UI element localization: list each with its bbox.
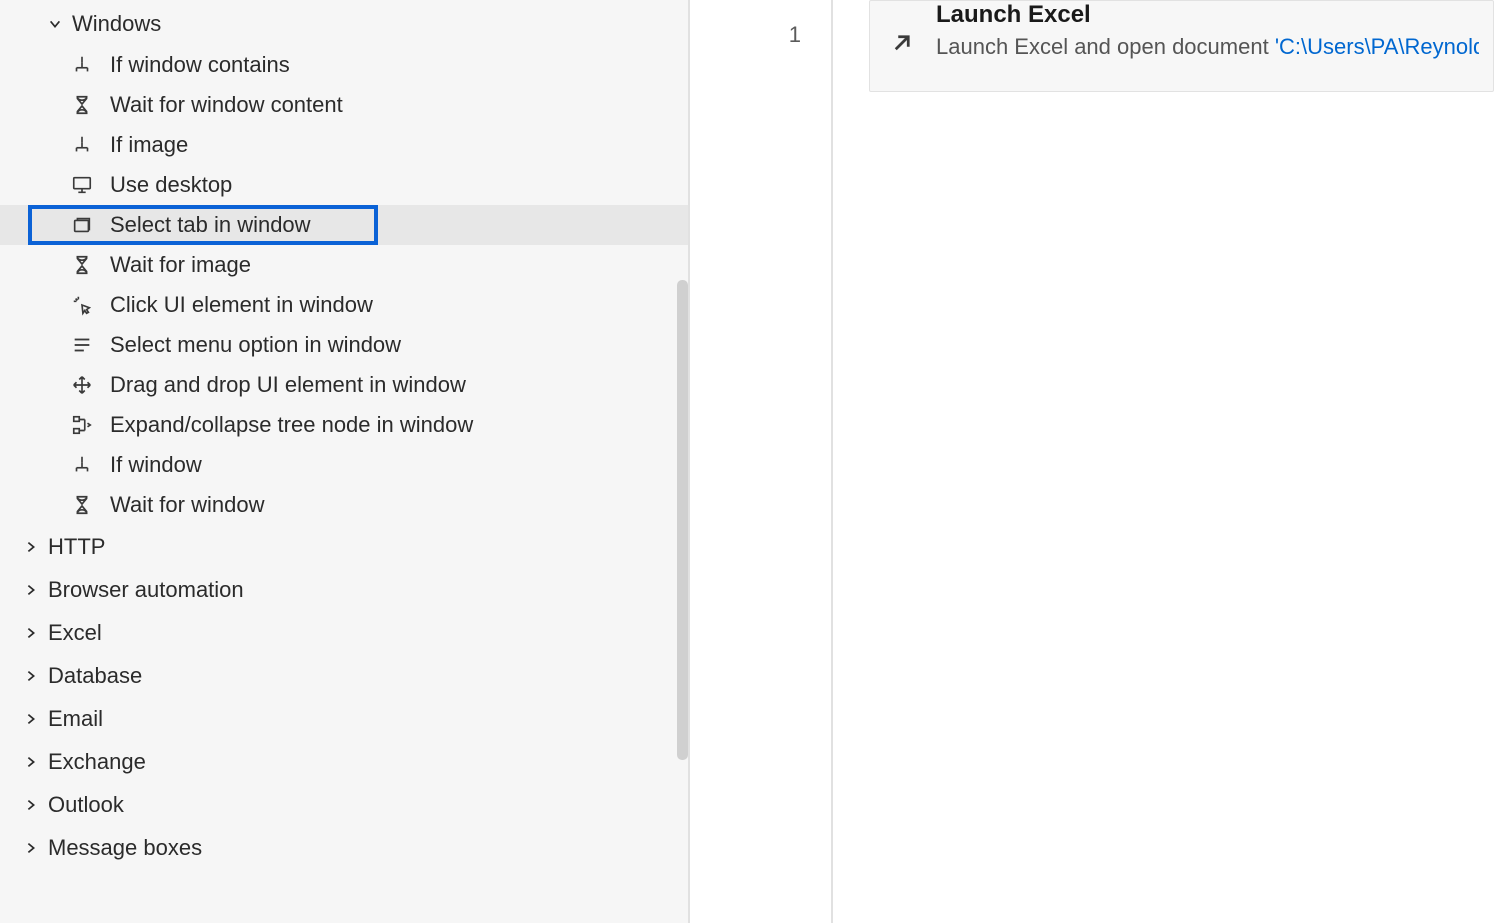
category-excel[interactable]: Excel [0,611,688,654]
action-label: Wait for window [110,492,264,518]
chevron-right-icon [22,710,40,728]
category-label: HTTP [48,534,105,560]
branch-icon [70,453,94,477]
action-label: Drag and drop UI element in window [110,372,466,398]
category-windows[interactable]: Windows [0,2,688,45]
category-browser-automation[interactable]: Browser automation [0,568,688,611]
desktop-icon [70,173,94,197]
action-label: If window contains [110,52,290,78]
chevron-right-icon [22,839,40,857]
action-select-tab-in-window[interactable]: Select tab in window [0,205,688,245]
chevron-right-icon [22,581,40,599]
chevron-right-icon [22,667,40,685]
category-label: Message boxes [48,835,202,861]
action-if-window[interactable]: If window [0,445,688,485]
category-label: Browser automation [48,577,244,603]
action-label: Click UI element in window [110,292,373,318]
action-label: If image [110,132,188,158]
action-label: Select menu option in window [110,332,401,358]
tree-icon [70,413,94,437]
action-if-image[interactable]: If image [0,125,688,165]
category-label: Windows [72,11,161,37]
action-click-ui-element[interactable]: Click UI element in window [0,285,688,325]
category-exchange[interactable]: Exchange [0,740,688,783]
flow-designer-panel: Launch Excel Launch Excel and open docum… [833,0,1494,923]
chevron-down-icon [46,15,64,33]
action-label: Select tab in window [110,212,311,238]
category-http[interactable]: HTTP [0,525,688,568]
action-label: Use desktop [110,172,232,198]
chevron-right-icon [22,538,40,556]
category-email[interactable]: Email [0,697,688,740]
line-number: 1 [690,22,831,48]
hourglass-icon [70,93,94,117]
flow-step-launch-excel[interactable]: Launch Excel Launch Excel and open docum… [869,0,1494,92]
category-message-boxes[interactable]: Message boxes [0,826,688,869]
hourglass-icon [70,253,94,277]
hourglass-icon [70,493,94,517]
category-label: Email [48,706,103,732]
chevron-right-icon [22,753,40,771]
category-outlook[interactable]: Outlook [0,783,688,826]
action-use-desktop[interactable]: Use desktop [0,165,688,205]
action-wait-for-window[interactable]: Wait for window [0,485,688,525]
action-wait-window-content[interactable]: Wait for window content [0,85,688,125]
step-desc-prefix: Launch Excel and open document [936,34,1275,59]
category-label: Database [48,663,142,689]
click-icon [70,293,94,317]
step-file-path: 'C:\Users\PA\Reynolds\Documents\Challeng… [1275,34,1479,59]
category-label: Exchange [48,749,146,775]
action-label: Wait for image [110,252,251,278]
branch-icon [70,53,94,77]
scrollbar-thumb[interactable] [677,280,688,760]
menu-lines-icon [70,333,94,357]
category-label: Outlook [48,792,124,818]
launch-arrow-icon [884,25,920,61]
chevron-right-icon [22,796,40,814]
branch-icon [70,133,94,157]
step-description: Launch Excel and open document 'C:\Users… [936,33,1479,61]
action-wait-for-image[interactable]: Wait for image [0,245,688,285]
step-title: Launch Excel [936,1,1479,29]
action-label: If window [110,452,202,478]
category-label: Excel [48,620,102,646]
action-drag-drop-ui-element[interactable]: Drag and drop UI element in window [0,365,688,405]
action-select-menu-option[interactable]: Select menu option in window [0,325,688,365]
category-database[interactable]: Database [0,654,688,697]
chevron-right-icon [22,624,40,642]
action-label: Expand/collapse tree node in window [110,412,473,438]
tabs-icon [70,213,94,237]
actions-panel: Windows If window contains Wait for wind… [0,0,690,923]
action-expand-collapse-tree[interactable]: Expand/collapse tree node in window [0,405,688,445]
line-number-gutter: 1 [690,0,833,923]
action-if-window-contains[interactable]: If window contains [0,45,688,85]
drag-icon [70,373,94,397]
action-label: Wait for window content [110,92,343,118]
